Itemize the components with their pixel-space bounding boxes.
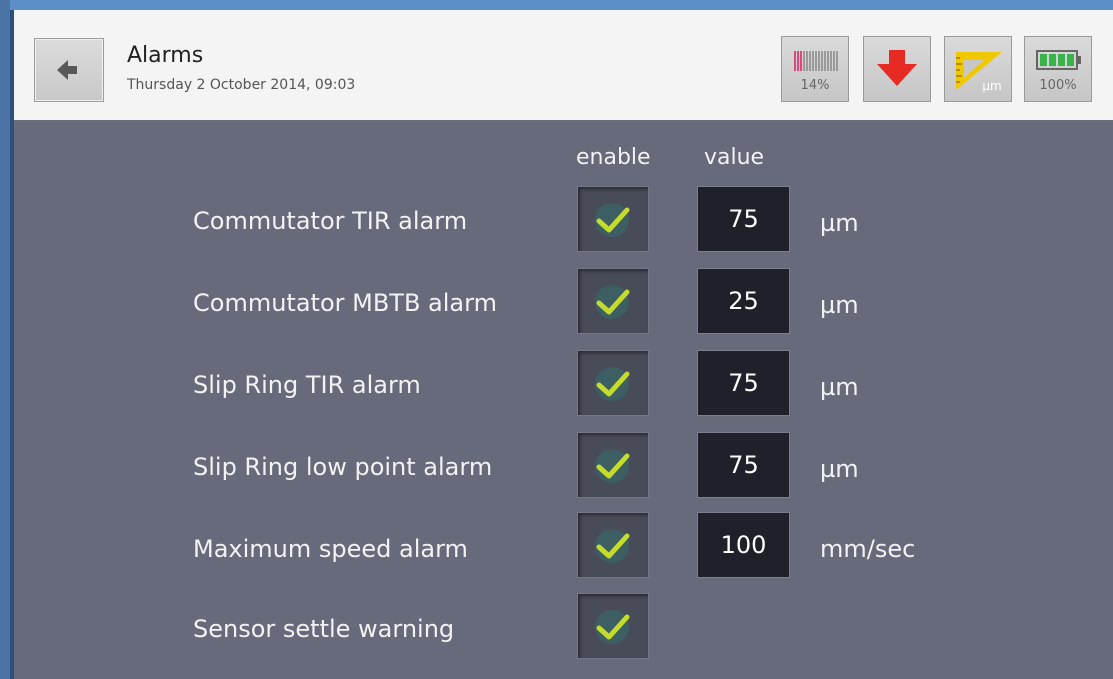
checkmark-icon xyxy=(596,453,630,479)
unit-label-slip-ring-low-point: µm xyxy=(820,455,859,483)
download-arrow-icon xyxy=(877,50,917,86)
value-field-commutator-tir[interactable]: 75 xyxy=(697,186,790,252)
row-label-maximum-speed: Maximum speed alarm xyxy=(193,535,468,563)
battery-icon xyxy=(1036,50,1081,70)
enable-checkbox-sensor-settle[interactable] xyxy=(577,593,649,659)
units-label: µm xyxy=(982,79,1002,93)
column-header-enable: enable xyxy=(576,145,651,170)
unit-label-slip-ring-tir: µm xyxy=(820,373,859,401)
page-title: Alarms xyxy=(127,43,204,68)
units-button[interactable]: µm xyxy=(944,36,1012,102)
signal-strength-icon xyxy=(794,51,838,71)
battery-button[interactable]: 100% xyxy=(1024,36,1092,102)
unit-label-commutator-tir: µm xyxy=(820,209,859,237)
row-label-slip-ring-tir: Slip Ring TIR alarm xyxy=(193,371,421,399)
back-button[interactable] xyxy=(34,38,104,102)
value-field-maximum-speed[interactable]: 100 xyxy=(697,512,790,578)
value-field-slip-ring-low-point[interactable]: 75 xyxy=(697,432,790,498)
checkmark-icon xyxy=(596,614,630,640)
download-button[interactable] xyxy=(863,36,931,102)
row-label-sensor-settle: Sensor settle warning xyxy=(193,615,455,643)
enable-checkbox-maximum-speed[interactable] xyxy=(577,512,649,578)
unit-label-maximum-speed: mm/sec xyxy=(820,535,916,563)
checkmark-icon xyxy=(596,533,630,559)
enable-checkbox-commutator-mbtb[interactable] xyxy=(577,268,649,334)
checkmark-icon xyxy=(596,371,630,397)
checkmark-icon xyxy=(596,289,630,315)
row-label-commutator-tir: Commutator TIR alarm xyxy=(193,207,468,235)
signal-button[interactable]: 14% xyxy=(781,36,849,102)
unit-label-commutator-mbtb: µm xyxy=(820,291,859,319)
value-field-slip-ring-tir[interactable]: 75 xyxy=(697,350,790,416)
signal-percent: 14% xyxy=(800,78,830,93)
window-frame-top xyxy=(0,0,1113,10)
enable-checkbox-commutator-tir[interactable] xyxy=(577,186,649,252)
header-bar: Alarms Thursday 2 October 2014, 09:03 14… xyxy=(14,10,1113,123)
column-header-value: value xyxy=(704,145,765,170)
checkmark-icon xyxy=(596,207,630,233)
row-label-commutator-mbtb: Commutator MBTB alarm xyxy=(193,289,497,317)
window-frame-left xyxy=(0,0,10,679)
battery-percent: 100% xyxy=(1039,78,1077,93)
enable-checkbox-slip-ring-low-point[interactable] xyxy=(577,432,649,498)
back-arrow-icon xyxy=(57,60,77,80)
row-label-slip-ring-low-point: Slip Ring low point alarm xyxy=(193,453,493,481)
value-field-commutator-mbtb[interactable]: 25 xyxy=(697,268,790,334)
page-date: Thursday 2 October 2014, 09:03 xyxy=(127,77,356,93)
enable-checkbox-slip-ring-tir[interactable] xyxy=(577,350,649,416)
